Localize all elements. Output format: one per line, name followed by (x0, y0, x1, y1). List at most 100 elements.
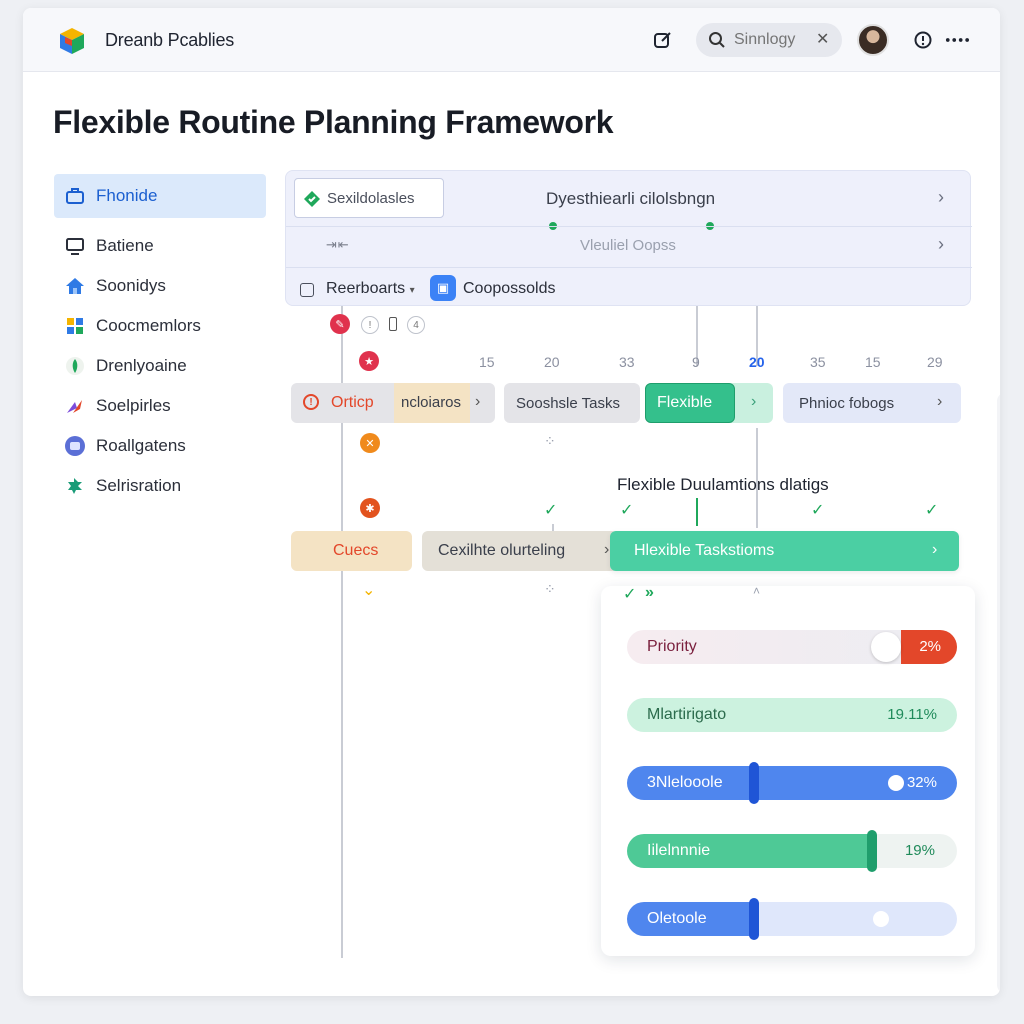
status-mini-icon: 4 (407, 316, 425, 334)
task-pill-phnioc[interactable]: Phnioc fobogs › (783, 383, 961, 423)
monitor-icon (64, 235, 86, 257)
header-subtitle: Vleuliel Oopss (580, 237, 676, 254)
scrollbar-track[interactable] (997, 393, 1000, 993)
urgent-icon: ★ (359, 351, 379, 371)
sidebar-item-soelpirles[interactable]: Soelpirles (54, 384, 266, 428)
check-icon: ✓ (811, 502, 825, 519)
more-icon[interactable] (945, 28, 969, 52)
app-name: Dreanb Pcablies (105, 30, 235, 50)
sidebar-item-label: Soelpirles (96, 396, 171, 415)
grid-icon (64, 315, 86, 337)
filter-dropdown[interactable]: Reerboarts ▾ (326, 280, 415, 298)
task-pill-schedule[interactable]: Sooshsle Tasks (504, 383, 640, 423)
tick-label: 9 (692, 354, 700, 370)
category-tag[interactable]: Sexildolasles (294, 178, 444, 218)
pill-label: ncloiaros (401, 394, 462, 411)
chevron-right-icon[interactable]: › (938, 234, 944, 255)
sidebar-item-soonidys[interactable]: Soonidys (54, 264, 266, 308)
tick-label: 29 (927, 354, 943, 370)
app-logo-icon (60, 28, 84, 54)
chevron-down-icon[interactable]: ⌄ (362, 580, 375, 600)
pill-label: Sooshsle Tasks (516, 395, 620, 412)
slider-value: 2% (919, 638, 941, 655)
power-icon: ! (303, 394, 319, 410)
check-icon: ✓ (544, 502, 558, 519)
chevron-right-icon[interactable]: › (938, 187, 944, 208)
divider (286, 267, 972, 268)
leaf-icon (64, 355, 86, 377)
chevron-right-icon: › (475, 393, 481, 410)
sidebar-item-roallgatens[interactable]: Roallgatens (54, 424, 266, 468)
user-avatar[interactable] (857, 24, 889, 56)
clear-search-icon[interactable]: ✕ (816, 29, 829, 49)
slider-knob[interactable] (888, 775, 904, 791)
chevron-right-icon: › (751, 393, 757, 410)
edit-icon[interactable] (651, 28, 675, 52)
collapse-arrows-icon[interactable]: ⇥⇤ (326, 237, 350, 253)
pill-label: Hlexible Taskstioms (634, 542, 775, 559)
pill-label: Cuecs (333, 542, 379, 559)
tick-label: 35 (810, 354, 826, 370)
sidebar-item-label: Selrisration (96, 476, 182, 495)
slider-label: Mlartirigato (647, 706, 727, 723)
filter-checkbox[interactable] (300, 283, 314, 297)
tick-label-active[interactable]: 20 (749, 354, 765, 370)
help-icon[interactable] (911, 28, 935, 52)
pill-label: Phnioc fobogs (799, 395, 895, 412)
task-pill-cexilhte[interactable]: Cexilhte olurteling › (422, 531, 618, 571)
filter-label: Reerboarts (326, 280, 406, 297)
slider-knob[interactable] (873, 911, 889, 927)
slider-value: 19% (904, 842, 935, 859)
page-title: Flexible Routine Planning Framework (53, 104, 614, 140)
bookmark-icon (389, 317, 397, 331)
task-pill-orticp[interactable]: ! Orticp ncloiaros › (291, 383, 495, 423)
slider-handle[interactable] (749, 762, 759, 804)
tick-label: 15 (479, 354, 495, 370)
tag-icon (304, 191, 320, 207)
slider-priority[interactable]: Priority 2% (627, 630, 957, 664)
chevron-right-icon: › (604, 541, 610, 558)
loading-icon: ⁘ (544, 433, 556, 449)
slider-value: 19.11% (887, 706, 937, 723)
tag-label: Sexildolasles (327, 190, 415, 207)
badge-icon (64, 435, 86, 457)
slider-3nlelooole[interactable]: 3Nlelooole 32% (627, 762, 957, 804)
slider-handle[interactable] (749, 898, 759, 940)
home-icon (64, 275, 86, 297)
task-pill-cuecs[interactable]: Cuecs (291, 531, 412, 571)
pill-label: Cexilhte olurteling (438, 542, 566, 559)
slider-mlartirigato[interactable]: Mlartirigato 19.11% (627, 698, 957, 732)
sidebar-item-coocmemlors[interactable]: Coocmemlors (54, 304, 266, 348)
search-icon (709, 32, 725, 48)
priority-sliders-card: ✓ » ˄ Priority 2% Mlartirigato 19.11% 3N… (601, 584, 975, 956)
task-pill-flexible[interactable]: Flexible › (645, 383, 773, 423)
slider-knob[interactable] (871, 632, 901, 662)
caret-down-icon: ▾ (409, 285, 415, 296)
slider-handle[interactable] (867, 830, 877, 872)
tick-label: 33 (619, 354, 635, 370)
loading-icon: ⁘ (544, 581, 556, 597)
collection-chip[interactable]: Coopossolds (463, 280, 556, 298)
header-title: Dyesthiearli cilolsbngn (546, 189, 716, 208)
check-icon: ✓ (623, 586, 637, 603)
section-caption: Flexible Duulamtions dlatigs (617, 475, 829, 494)
task-pill-hlexible[interactable]: Hlexible Taskstioms › (610, 531, 959, 571)
timer-icon: ✱ (360, 498, 380, 518)
briefcase-icon (64, 185, 86, 207)
sidebar-item-selrisration[interactable]: Selrisration (54, 464, 266, 508)
tick-label: 20 (544, 354, 560, 370)
search-bar[interactable]: ✕ (696, 23, 842, 57)
search-input[interactable] (734, 29, 814, 51)
slider-iilelnnnie[interactable]: Iilelnnnie 19% (627, 830, 957, 872)
pill-label: Orticp (331, 394, 374, 411)
timeline-marker (696, 498, 698, 526)
sidebar-item-fhonide[interactable]: Fhonide (54, 174, 266, 218)
progress-icon: ✕ (360, 433, 380, 453)
slider-oletoole[interactable]: Oletoole (627, 898, 957, 940)
sidebar-item-batiene[interactable]: Batiene (54, 224, 266, 268)
divider (286, 226, 972, 227)
sidebar-item-label: Fhonide (96, 186, 158, 205)
sidebar-item-drenlyoaine[interactable]: Drenlyoaine (54, 344, 266, 388)
sidebar-item-label: Drenlyoaine (96, 356, 187, 375)
app-window: Dreanb Pcablies ✕ Flexible Routine Plann… (23, 8, 1000, 996)
